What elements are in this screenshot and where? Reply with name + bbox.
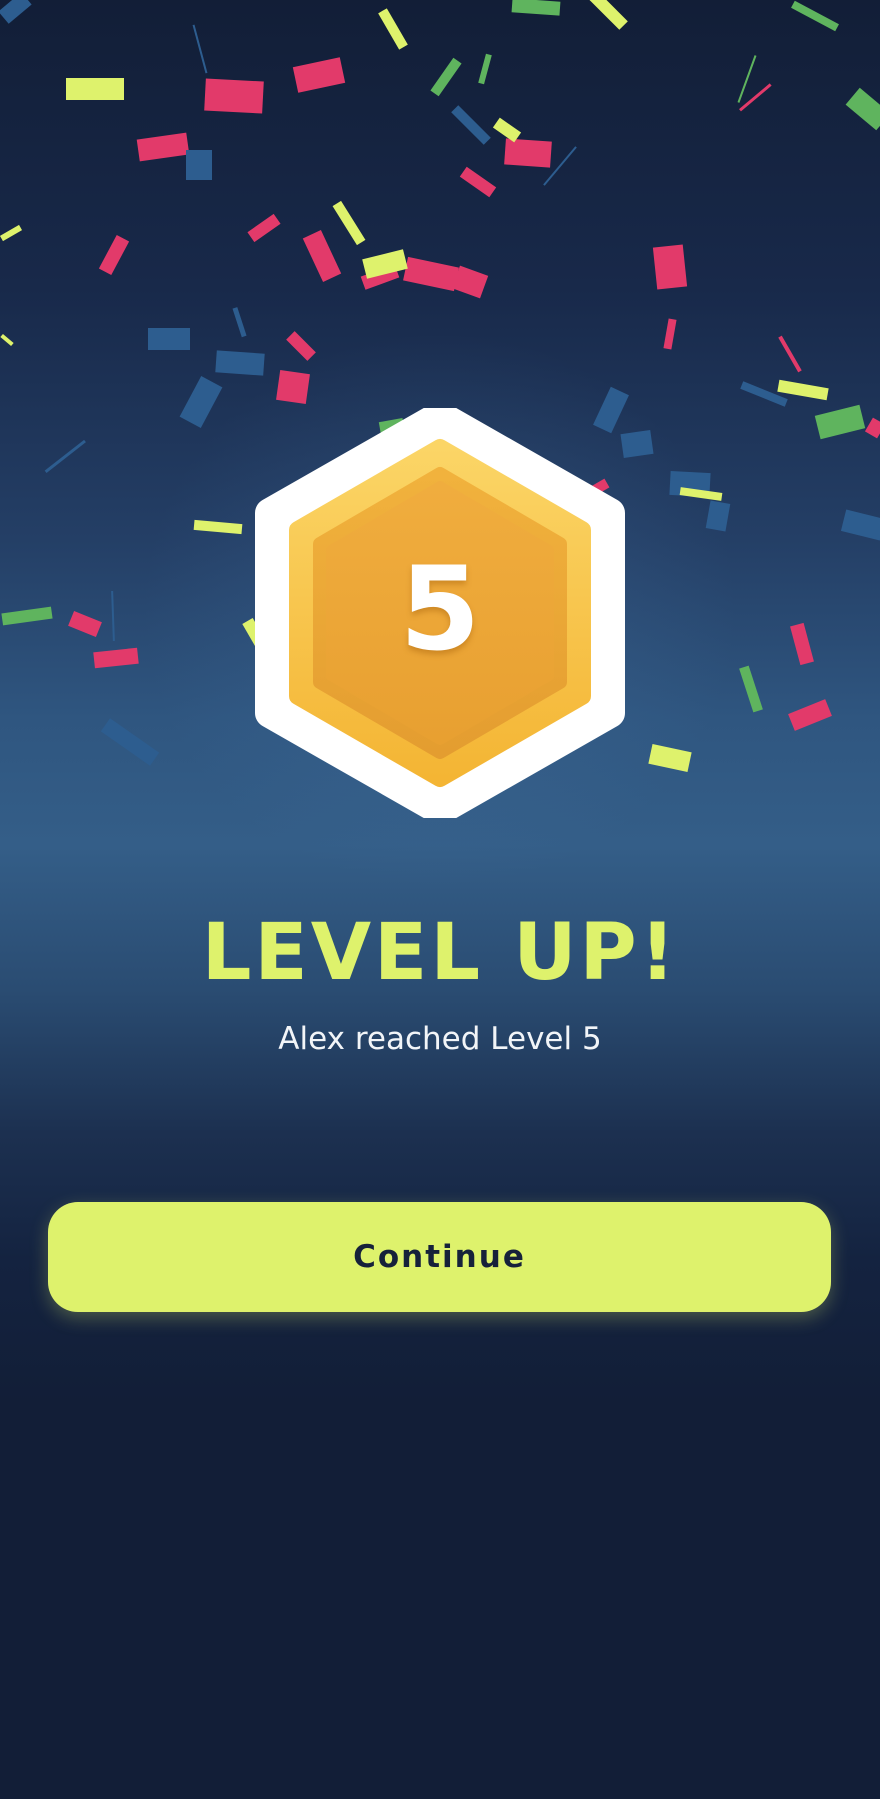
confetti-piece — [459, 166, 497, 198]
confetti-piece — [192, 24, 208, 74]
confetti-piece — [791, 0, 839, 32]
confetti-piece — [378, 8, 408, 50]
confetti-piece — [840, 509, 880, 541]
confetti-piece — [790, 622, 814, 666]
confetti-piece — [193, 519, 243, 535]
confetti-piece — [620, 430, 654, 458]
confetti-piece — [777, 379, 829, 401]
confetti-piece — [0, 0, 32, 24]
confetti-piece — [148, 328, 190, 350]
confetti-piece — [648, 744, 692, 772]
confetti-piece — [588, 0, 628, 30]
confetti-piece — [93, 647, 139, 669]
confetti-piece — [788, 699, 832, 731]
confetti-piece — [504, 138, 552, 168]
confetti-piece — [0, 224, 23, 242]
confetti-piece — [0, 333, 14, 347]
confetti-piece — [430, 57, 462, 97]
confetti-piece — [44, 439, 86, 473]
confetti-piece — [286, 331, 316, 361]
continue-button[interactable]: Continue — [48, 1202, 831, 1312]
level-up-headline: LEVEL UP! — [201, 908, 679, 998]
confetti-piece — [292, 57, 346, 93]
confetti-piece — [179, 376, 223, 428]
confetti-piece — [215, 350, 265, 376]
confetti-piece — [845, 87, 880, 131]
level-reached-message: Alex reached Level 5 — [278, 1021, 602, 1057]
confetti-piece — [737, 55, 757, 103]
confetti-piece — [332, 200, 366, 246]
confetti-piece — [204, 78, 264, 114]
confetti-piece — [66, 78, 124, 100]
confetti-piece — [705, 500, 731, 532]
confetti-piece — [1, 606, 53, 626]
confetti-piece — [652, 244, 688, 290]
confetti-piece — [98, 234, 130, 276]
badge-level-number: 5 — [399, 542, 481, 677]
confetti-piece — [814, 404, 866, 440]
confetti-piece — [478, 53, 492, 85]
confetti-piece — [663, 318, 677, 350]
confetti-piece — [186, 150, 212, 180]
confetti-piece — [247, 213, 281, 243]
confetti-piece — [100, 718, 160, 766]
confetti-piece — [232, 307, 247, 338]
confetti-piece — [403, 256, 459, 292]
confetti-piece — [68, 610, 102, 638]
confetti-piece — [451, 105, 491, 145]
confetti-piece — [302, 230, 342, 282]
confetti-piece — [111, 590, 115, 642]
confetti-piece — [739, 665, 763, 713]
confetti-piece — [276, 370, 310, 404]
level-up-screen: 5 LEVEL UP! Alex reached Level 5 Continu… — [0, 0, 880, 1799]
confetti-piece — [136, 132, 190, 162]
confetti-piece — [511, 0, 561, 16]
confetti-piece — [864, 417, 880, 439]
confetti-piece — [778, 335, 802, 373]
